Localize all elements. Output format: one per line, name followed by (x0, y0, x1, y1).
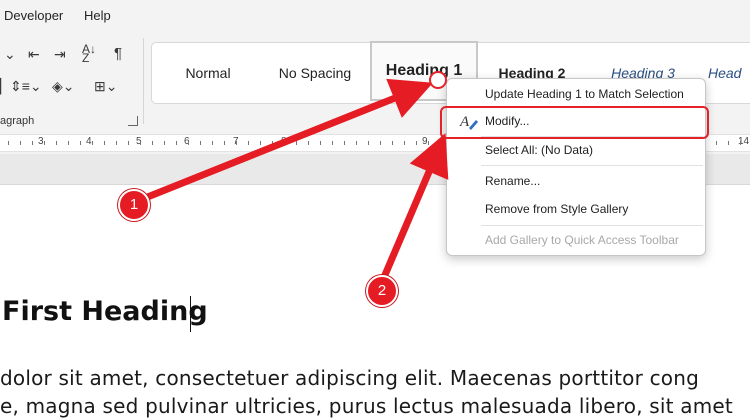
annotation-arrows (136, 78, 449, 286)
step-badge-2: 2 (366, 275, 398, 307)
click-target-ring (429, 71, 447, 89)
step-badge-1: 1 (118, 189, 150, 221)
arrow-2 (378, 133, 449, 286)
arrow-1 (136, 78, 433, 204)
